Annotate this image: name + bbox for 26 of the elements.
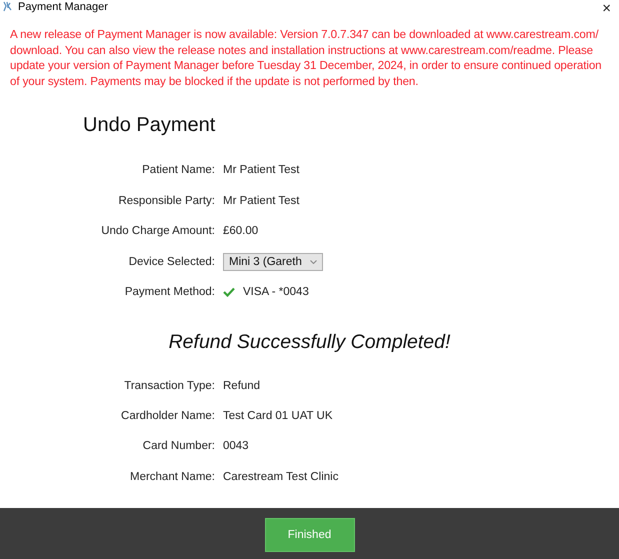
field-value: 0043 [223,440,249,452]
field-value: Test Card 01 UAT UK [223,410,333,422]
app-icon [2,1,13,12]
check-icon [223,287,235,298]
field-label: Undo Charge Amount: [101,225,215,238]
field-label: Card Number: [142,440,215,452]
window-title: Payment Manager [18,0,109,12]
page-heading: Undo Payment [83,114,216,137]
field-label: Device Selected: [128,256,215,268]
field-value: Mr Patient Test [223,164,300,176]
field-value: £60.00 [223,225,258,238]
field-value: Carestream Test Clinic [223,470,338,483]
chevron-icon [310,260,317,264]
close-button[interactable]: × [598,3,615,14]
field-value: Mr Patient Test [223,194,300,207]
status-message: Refund Successfully Completed! [168,330,452,354]
field-label: Payment Method: [124,286,215,298]
field-label: Patient Name: [142,164,215,176]
field-value: Refund [223,380,260,392]
field-label: Cardholder Name: [121,410,215,422]
field-label: Merchant Name: [130,470,215,483]
field-label: Responsible Party: [118,194,215,207]
field-value: VISA - *0043 [243,286,309,298]
device-dropdown[interactable]: Mini 3 (Gareth [223,252,323,271]
update-notice: A new release of Payment Manager is now available: Version 7.0.7.347 can be downloaded at www.carestream.com/ download. You can also view the release notes and installation instructions at www.carestream.com/readme. Please update your version of Payment Manager before Tuesday 31 December, 2024, in order to ensure continued operation of your system. Payments may be blocked if the update is not performed by then. [10,27,603,89]
field-label: Transaction Type: [124,380,215,392]
